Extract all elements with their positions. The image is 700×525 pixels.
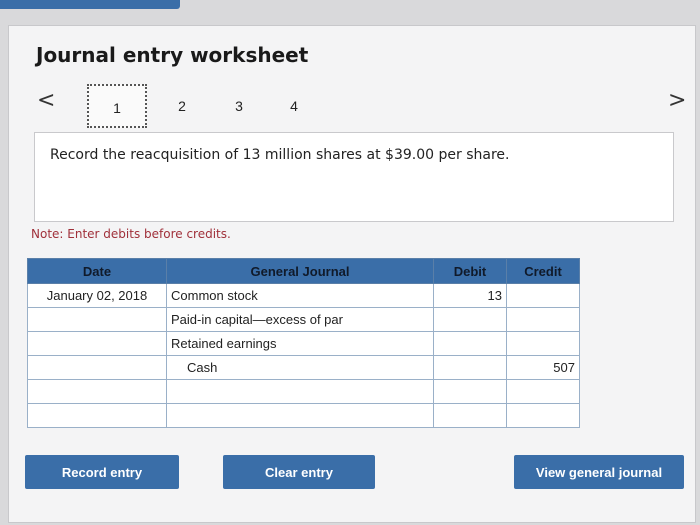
date-cell[interactable] xyxy=(27,403,167,428)
credit-cell[interactable] xyxy=(506,331,580,356)
page-title: Journal entry worksheet xyxy=(36,43,309,67)
table-row xyxy=(27,379,580,404)
journal-header-row: Date General Journal Debit Credit xyxy=(27,258,580,284)
date-cell[interactable] xyxy=(27,331,167,356)
table-row: Paid-in capital—excess of par xyxy=(27,307,580,332)
step-tab-1[interactable]: 1 xyxy=(87,84,147,128)
chevron-left-icon[interactable]: < xyxy=(37,88,55,113)
step-tab-2[interactable]: 2 xyxy=(152,91,212,121)
credit-cell[interactable] xyxy=(506,307,580,332)
step-navigation: < 1 2 3 4 > xyxy=(9,84,695,128)
debit-cell[interactable] xyxy=(433,355,507,380)
debit-cell[interactable]: 13 xyxy=(433,283,507,308)
chevron-right-icon[interactable]: > xyxy=(668,88,686,113)
credit-column-header: Credit xyxy=(506,258,580,284)
table-row: Retained earnings xyxy=(27,331,580,356)
credit-cell[interactable]: 507 xyxy=(506,355,580,380)
account-cell[interactable] xyxy=(166,403,434,428)
top-accent-bar xyxy=(0,0,180,9)
worksheet-panel: Journal entry worksheet < 1 2 3 4 > Reco… xyxy=(8,25,696,523)
step-tab-4[interactable]: 4 xyxy=(264,91,324,121)
account-cell[interactable]: Retained earnings xyxy=(166,331,434,356)
date-cell[interactable] xyxy=(27,307,167,332)
account-cell[interactable]: Common stock xyxy=(166,283,434,308)
table-row: Cash 507 xyxy=(27,355,580,380)
debit-cell[interactable] xyxy=(433,403,507,428)
debit-cell[interactable] xyxy=(433,379,507,404)
account-column-header: General Journal xyxy=(166,258,434,284)
instruction-box: Record the reacquisition of 13 million s… xyxy=(34,132,674,222)
credit-cell[interactable] xyxy=(506,379,580,404)
step-tab-3[interactable]: 3 xyxy=(209,91,269,121)
credit-cell[interactable] xyxy=(506,403,580,428)
record-entry-button[interactable]: Record entry xyxy=(25,455,179,489)
date-column-header: Date xyxy=(27,258,167,284)
date-cell[interactable] xyxy=(27,379,167,404)
table-row: January 02, 2018 Common stock 13 xyxy=(27,283,580,308)
debit-cell[interactable] xyxy=(433,331,507,356)
credit-cell[interactable] xyxy=(506,283,580,308)
date-cell[interactable]: January 02, 2018 xyxy=(27,283,167,308)
clear-entry-button[interactable]: Clear entry xyxy=(223,455,375,489)
account-cell[interactable] xyxy=(166,379,434,404)
debit-column-header: Debit xyxy=(433,258,507,284)
journal-table: Date General Journal Debit Credit Januar… xyxy=(27,258,580,428)
date-cell[interactable] xyxy=(27,355,167,380)
view-general-journal-button[interactable]: View general journal xyxy=(514,455,684,489)
table-row xyxy=(27,403,580,428)
account-cell[interactable]: Cash xyxy=(166,355,434,380)
instruction-text: Record the reacquisition of 13 million s… xyxy=(50,147,510,163)
debit-cell[interactable] xyxy=(433,307,507,332)
account-cell[interactable]: Paid-in capital—excess of par xyxy=(166,307,434,332)
note-text: Note: Enter debits before credits. xyxy=(31,227,231,241)
